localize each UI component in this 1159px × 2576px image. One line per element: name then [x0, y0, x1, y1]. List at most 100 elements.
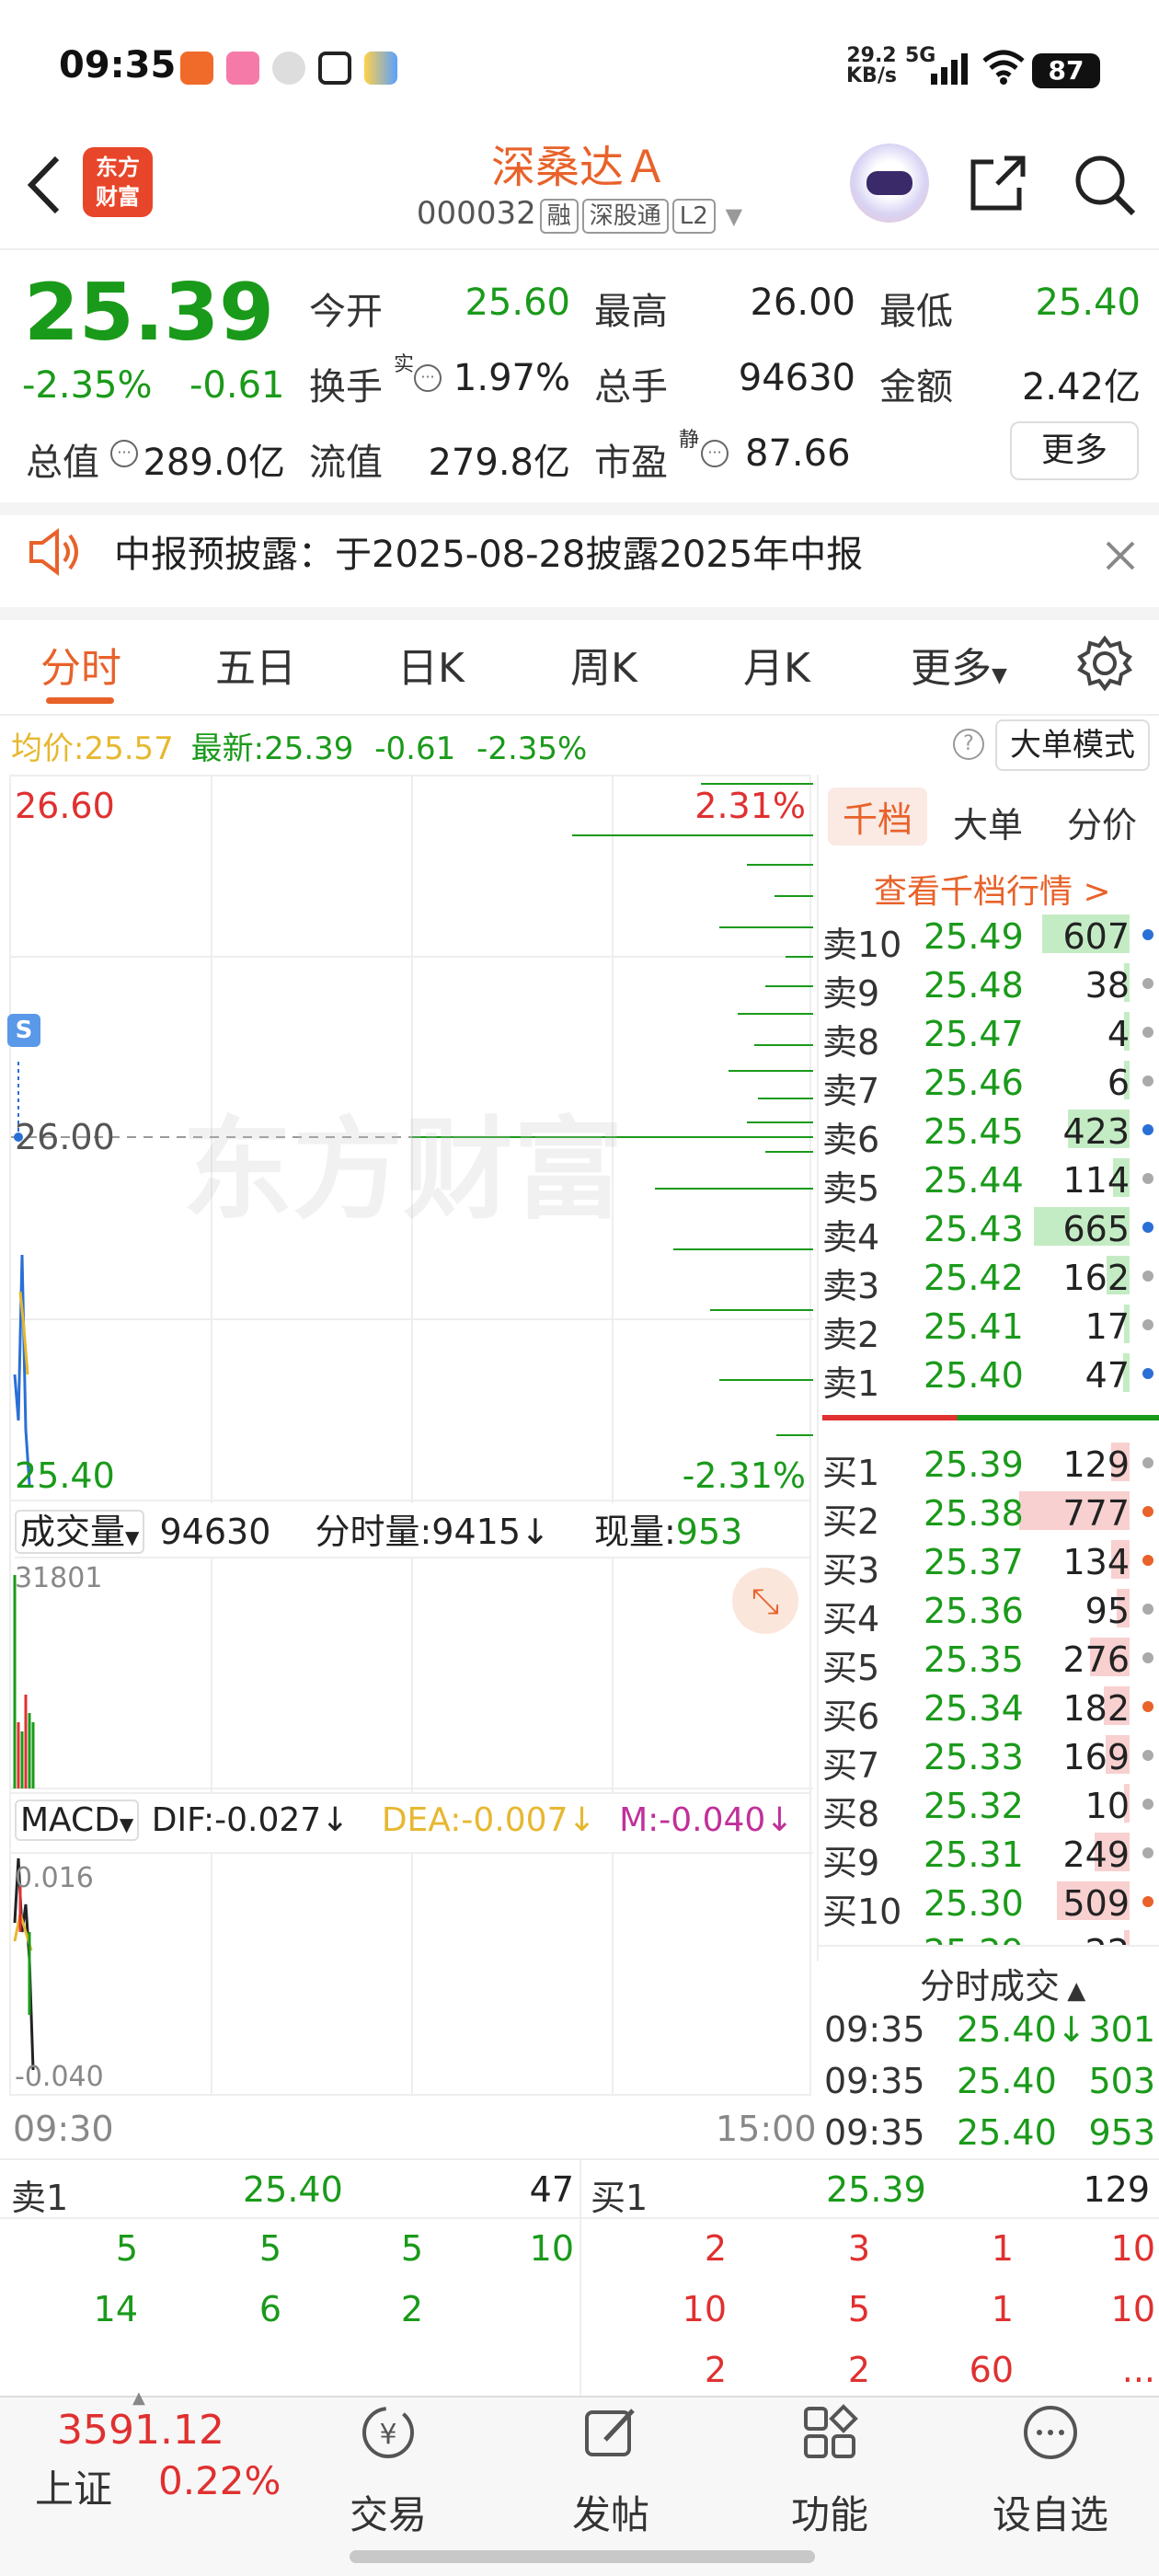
ask-row[interactable]: 卖1 25.40 47 [822, 1350, 1157, 1404]
trade-row: 09:35 25.40↓ 301 [824, 2009, 1159, 2055]
bid-row[interactable]: 买2 25.38 777 [822, 1488, 1157, 1542]
book-tab-large[interactable]: 大单 [953, 797, 1023, 847]
big-order-mode-button[interactable]: 大单模式 [995, 719, 1150, 771]
info-icon[interactable]: ··· [110, 440, 138, 467]
app-notification-icon [226, 52, 259, 85]
bid-row[interactable]: 买5 25.35 276 [822, 1634, 1157, 1688]
price-top-label: 26.60 [15, 786, 115, 826]
tab-daily-k[interactable]: 日K [397, 635, 465, 694]
current-price: 25.39 [24, 267, 275, 359]
trade-time: 09:35 [824, 2009, 925, 2050]
order-dot-icon [1142, 1506, 1153, 1517]
trade-icon[interactable]: ¥ [359, 2403, 418, 2462]
bid-row[interactable]: 买1125.2922 [822, 1926, 1157, 1947]
share-icon[interactable] [966, 151, 1030, 215]
index-name: 上证 [35, 2467, 113, 2512]
change-value: -0.61 [189, 364, 285, 407]
ask-price: 25.41 [924, 1306, 1024, 1347]
turnover-sup: 实 [394, 353, 415, 376]
trades-title[interactable]: 分时成交 ▲ [920, 1958, 1085, 2008]
home-indicator[interactable] [350, 2550, 815, 2563]
trade-volume: 503 [1088, 2061, 1155, 2101]
intraday-chart[interactable]: 东方财富 26.60 2.31% 26.00 25.40 -2.31% S [7, 775, 813, 1503]
nav-trade[interactable]: 交易 [315, 2484, 462, 2540]
price-bottom-label: 25.40 [15, 1455, 115, 1496]
book-tab-price[interactable]: 分价 [1067, 797, 1137, 847]
expand-icon[interactable]: ⤡ [732, 1568, 798, 1634]
functions-icon[interactable] [800, 2403, 859, 2462]
bid-row[interactable]: 买10 25.30 509 [822, 1878, 1157, 1932]
ask-row[interactable]: 卖10 25.49 607 [822, 911, 1157, 965]
help-icon[interactable]: ? [953, 729, 984, 760]
info-icon[interactable]: ··· [414, 364, 442, 392]
gear-icon[interactable] [1076, 635, 1133, 692]
volume-value: 94630 [738, 357, 855, 399]
amount-value: 2.42亿 [1021, 366, 1141, 408]
ask-row[interactable]: 卖2 25.41 17 [822, 1301, 1157, 1355]
order-dot-icon [1142, 1896, 1153, 1907]
tab-intraday[interactable]: 分时 [40, 635, 121, 694]
ask-row[interactable]: 卖9 25.48 38 [822, 960, 1157, 1014]
order-dot-icon [1142, 1124, 1153, 1135]
bid-row[interactable]: 买7 25.33 169 [822, 1731, 1157, 1786]
dropdown-caret-icon: ▼ [725, 203, 743, 229]
tab-5day[interactable]: 五日 [215, 635, 296, 694]
bid-price: 25.36 [924, 1591, 1024, 1631]
search-icon[interactable] [1071, 151, 1139, 219]
ask-row[interactable]: 卖4 25.43 665 [822, 1203, 1157, 1258]
event-marker[interactable]: S [7, 1014, 40, 1047]
bid-price: 25.31 [924, 1834, 1024, 1875]
amount-label: 金额 [879, 366, 953, 408]
bid-price: 25.35 [924, 1639, 1024, 1680]
battery-icon: 87 [1032, 53, 1100, 88]
buy-queue-cell: 2 [704, 2350, 727, 2390]
open-label: 今开 [309, 291, 383, 333]
bid-volume: 169 [1062, 1737, 1130, 1777]
ask-row[interactable]: 卖5 25.44 114 [822, 1155, 1157, 1209]
trade-time: 09:35 [824, 2112, 925, 2153]
buy-queue-cell: 1 [991, 2289, 1014, 2329]
bid-price: 25.34 [924, 1688, 1024, 1729]
bid-row[interactable]: 买1 25.39 129 [822, 1439, 1157, 1493]
bid-row[interactable]: 买4 25.36 95 [822, 1585, 1157, 1639]
tab-weekly-k[interactable]: 周K [570, 635, 637, 694]
more-button[interactable]: 更多 [1010, 421, 1139, 480]
change-percent: -2.35% [22, 364, 153, 407]
watermark: 东方财富 [182, 1107, 624, 1235]
bid-row[interactable]: 买3 25.37 134 [822, 1536, 1157, 1591]
nav-add-watchlist[interactable]: 设自选 [977, 2484, 1124, 2540]
add-watchlist-icon[interactable] [1021, 2403, 1080, 2462]
nav-post[interactable]: 发帖 [537, 2484, 684, 2540]
ask-volume: 665 [1062, 1209, 1130, 1249]
book-tab-thousand[interactable]: 千档 [828, 788, 928, 845]
view-thousand-link[interactable]: 查看千档行情 > [874, 865, 1111, 913]
order-dot-icon [1142, 1368, 1153, 1379]
ask-row[interactable]: 卖7 25.46 6 [822, 1057, 1157, 1111]
buy-queue-cell: 5 [847, 2289, 870, 2329]
nav-functions[interactable]: 功能 [756, 2484, 903, 2540]
trade-row: 09:35 25.40 503 [824, 2061, 1159, 2107]
turnover-label: 换手 [309, 366, 383, 408]
index-pct: 0.22% [158, 2458, 281, 2503]
close-icon[interactable] [1104, 539, 1137, 572]
bid-volume: 134 [1062, 1542, 1130, 1582]
post-icon[interactable] [581, 2403, 640, 2462]
bid-row[interactable]: 买8 25.32 10 [822, 1780, 1157, 1834]
high-value: 26.00 [750, 282, 855, 324]
ask-row[interactable]: 卖3 25.42 162 [822, 1252, 1157, 1306]
app-notification-icon [364, 52, 397, 85]
tab-monthly-k[interactable]: 月K [743, 635, 810, 694]
index-value[interactable]: 3591.12 [57, 2407, 224, 2454]
tab-more[interactable]: 更多▼ [911, 635, 1007, 694]
price-mid-label: 26.00 [15, 1117, 115, 1157]
sell-queue-cell: 10 [529, 2228, 574, 2269]
ask-row[interactable]: 卖6 25.45 423 [822, 1106, 1157, 1160]
volume-max-label: 31801 [15, 1562, 103, 1594]
info-icon[interactable]: ··· [701, 440, 729, 467]
assistant-avatar[interactable] [850, 144, 929, 223]
bid-price: 25.33 [924, 1737, 1024, 1777]
ask-row[interactable]: 卖8 25.47 4 [822, 1008, 1157, 1063]
bid-row[interactable]: 买6 25.34 182 [822, 1683, 1157, 1737]
bid-row[interactable]: 买9 25.31 249 [822, 1829, 1157, 1883]
order-dot-icon [1142, 1652, 1153, 1663]
